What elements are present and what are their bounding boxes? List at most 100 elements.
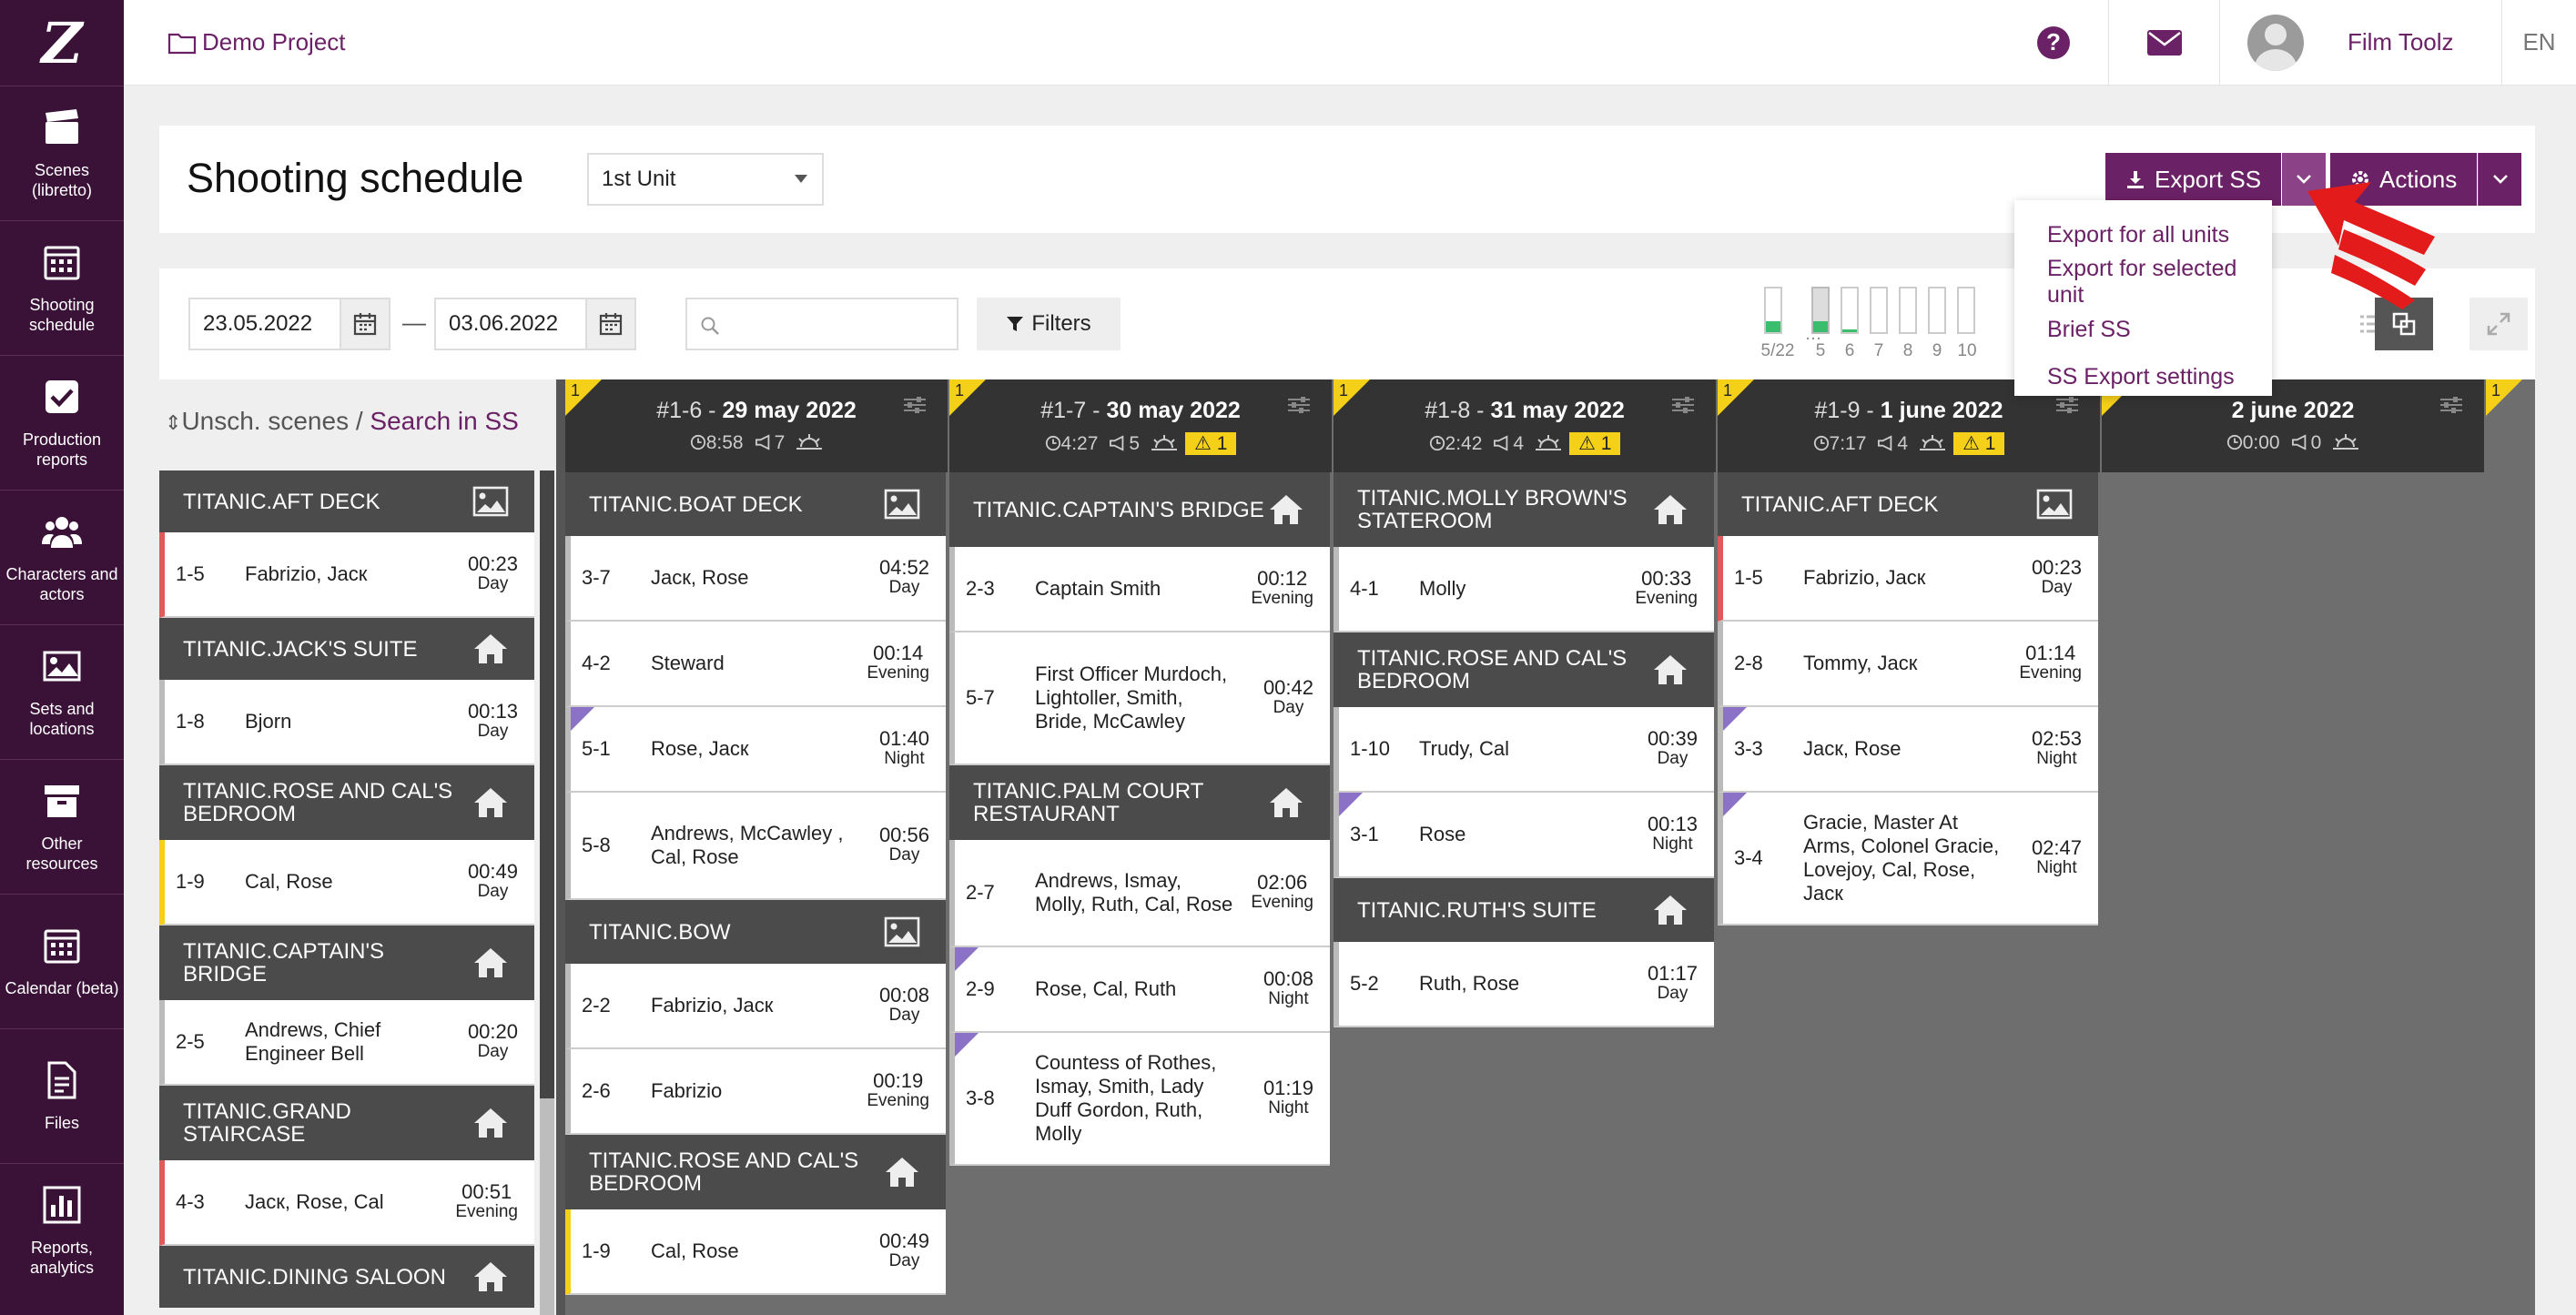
- calendar-icon[interactable]: [340, 299, 389, 349]
- scene-card[interactable]: 2-5 Andrews, Chief Engineer Bell 00:20 Day: [159, 1000, 534, 1086]
- warning-badge[interactable]: ⚠ 1: [1569, 432, 1621, 455]
- scene-card[interactable]: 4-3 Jacк, Rose, Cal 00:51 Evening: [159, 1160, 534, 1246]
- day-load-bar[interactable]: [1928, 287, 1946, 334]
- location-header[interactable]: TITANIC.PALM COURT RESTAURANT: [949, 765, 1330, 840]
- house-icon[interactable]: [1268, 493, 1304, 526]
- sidebar-item-reports-analytics[interactable]: Reports, analytics: [0, 1163, 124, 1298]
- house-icon[interactable]: [472, 1260, 509, 1293]
- sidebar-item-production-reports[interactable]: Production reports: [0, 355, 124, 490]
- day-load-bar[interactable]: [1870, 287, 1888, 334]
- date-from-field[interactable]: 23.05.2022: [188, 298, 390, 350]
- scene-card[interactable]: 4-1 Molly 00:33 Evening: [1334, 547, 1714, 632]
- messages-button[interactable]: [2108, 0, 2219, 86]
- search-input[interactable]: [685, 298, 958, 350]
- scene-card[interactable]: 2-7 Andrews, Ismay, Molly, Ruth, Cal, Ros…: [949, 840, 1330, 947]
- sidebar-item-shooting-schedule[interactable]: Shooting schedule: [0, 220, 124, 355]
- scene-card[interactable]: 1-5 Fabrizio, Jacк 00:23 Day: [1718, 536, 2098, 622]
- location-header[interactable]: TITANIC.DINING SALOON: [159, 1246, 534, 1308]
- scene-card[interactable]: 3-7 Jacк, Rose 04:52 Day: [565, 536, 946, 622]
- image-icon[interactable]: [884, 915, 920, 948]
- scene-card[interactable]: 1-10 Trudy, Cal 00:39 Day: [1334, 707, 1714, 793]
- warning-badge[interactable]: ⚠ 1: [1185, 432, 1237, 455]
- house-icon[interactable]: [472, 786, 509, 819]
- image-icon[interactable]: [472, 485, 509, 518]
- sidebar-item-other-resources[interactable]: Other resources: [0, 759, 124, 894]
- location-header[interactable]: TITANIC.AFT DECK: [1718, 472, 2098, 536]
- settings-sliders-icon[interactable]: [2439, 394, 2464, 416]
- user-menu[interactable]: Film Toolz: [2219, 0, 2501, 86]
- location-header[interactable]: TITANIC.BOAT DECK: [565, 472, 946, 536]
- location-header[interactable]: TITANIC.MOLLY BROWN'S STATEROOM: [1334, 472, 1714, 547]
- image-icon[interactable]: [884, 488, 920, 521]
- scene-card[interactable]: 1-8 Bjorn 00:13 Day: [159, 680, 534, 765]
- project-link[interactable]: Demo Project: [167, 28, 346, 56]
- sidebar-item-files[interactable]: Files: [0, 1028, 124, 1163]
- house-icon[interactable]: [472, 946, 509, 979]
- scene-card[interactable]: 4-2 Steward 00:14 Evening: [565, 622, 946, 707]
- image-icon[interactable]: [2036, 488, 2073, 521]
- scene-card[interactable]: 3-4 Gracie, Master At Arms, Colonel Graci…: [1718, 793, 2098, 926]
- scene-card[interactable]: 3-8 Countess of Rothes, Ismay, Smith, Lad…: [949, 1033, 1330, 1166]
- house-icon[interactable]: [884, 1156, 920, 1189]
- scene-card[interactable]: 5-1 Rose, Jacк 01:40 Night: [565, 707, 946, 793]
- help-button[interactable]: ?: [1999, 0, 2108, 86]
- day-header[interactable]: 1 #1-8 - 31 may 2022 2:42 4 ⚠ 1: [1334, 379, 1716, 472]
- language-switch[interactable]: EN: [2501, 0, 2576, 86]
- sidebar-item-characters-and-actors[interactable]: Characters and actors: [0, 490, 124, 624]
- house-icon[interactable]: [472, 1107, 509, 1139]
- location-header[interactable]: TITANIC.ROSE AND CAL'S BEDROOM: [565, 1135, 946, 1209]
- export-menu-item[interactable]: Export for all units: [2014, 211, 2272, 258]
- scene-card[interactable]: 5-8 Andrews, McCawley , Cal, Rose 00:56 Day: [565, 793, 946, 900]
- location-header[interactable]: TITANIC.CAPTAIN'S BRIDGE: [159, 926, 534, 1000]
- location-header[interactable]: TITANIC.ROSE AND CAL'S BEDROOM: [1334, 632, 1714, 707]
- day-header[interactable]: 1 #1-7 - 30 may 2022 4:27 5 ⚠ 1: [949, 379, 1332, 472]
- scene-card[interactable]: 2-9 Rose, Cal, Ruth 00:08 Night: [949, 947, 1330, 1033]
- scene-card[interactable]: 2-8 Tommy, Jacк 01:14 Evening: [1718, 622, 2098, 707]
- fullscreen-button[interactable]: [2470, 298, 2528, 350]
- location-header[interactable]: TITANIC.AFT DECK: [159, 470, 534, 532]
- scene-card[interactable]: 1-9 Cal, Rose 00:49 Day: [565, 1209, 946, 1295]
- date-to-field[interactable]: 03.06.2022: [434, 298, 636, 350]
- scene-card[interactable]: 3-1 Rose 00:13 Night: [1334, 793, 1714, 878]
- day-load-bar[interactable]: [1841, 287, 1859, 334]
- settings-sliders-icon[interactable]: [902, 394, 928, 416]
- location-header[interactable]: TITANIC.RUTH'S SUITE: [1334, 878, 1714, 942]
- location-header[interactable]: TITANIC.ROSE AND CAL'S BEDROOM: [159, 765, 534, 840]
- location-header[interactable]: TITANIC.GRAND STAIRCASE: [159, 1086, 534, 1160]
- calendar-icon[interactable]: [585, 299, 634, 349]
- sidebar-item-scenes-libretto[interactable]: Scenes (libretto): [0, 86, 124, 220]
- sidebar-item-calendar-beta[interactable]: Calendar (beta): [0, 894, 124, 1028]
- scene-card[interactable]: 3-3 Jacк, Rose 02:53 Night: [1718, 707, 2098, 793]
- location-header[interactable]: TITANIC.BOW: [565, 900, 946, 964]
- day-load-bar[interactable]: [1811, 287, 1830, 334]
- scene-card[interactable]: 5-2 Ruth, Rose 01:17 Day: [1334, 942, 1714, 1027]
- filters-button[interactable]: Filters: [977, 298, 1121, 350]
- actions-dropdown-toggle[interactable]: [2478, 153, 2522, 206]
- sidebar-item-sets-and-locations[interactable]: Sets and locations: [0, 624, 124, 759]
- export-menu-item[interactable]: Brief SS: [2014, 306, 2272, 353]
- export-menu-item[interactable]: Export for selected unit: [2014, 256, 2272, 308]
- settings-sliders-icon[interactable]: [1286, 394, 1312, 416]
- warning-badge[interactable]: ⚠ 1: [1953, 432, 2005, 455]
- search-in-ss-tab[interactable]: Search in SS: [370, 407, 518, 435]
- location-header[interactable]: TITANIC.CAPTAIN'S BRIDGE: [949, 472, 1330, 547]
- scrollbar-thumb[interactable]: [540, 470, 554, 1098]
- app-logo[interactable]: Z: [0, 0, 124, 86]
- house-icon[interactable]: [1652, 894, 1689, 926]
- day-header[interactable]: 1 #1-6 - 29 may 2022 8:58 7: [565, 379, 948, 472]
- day-load-bar[interactable]: [1957, 287, 1975, 334]
- export-menu-item[interactable]: SS Export settings: [2014, 353, 2272, 400]
- scene-card[interactable]: 5-7 First Officer Murdoch, Lightoller, Sm…: [949, 632, 1330, 765]
- scene-card[interactable]: 2-3 Captain Smith 00:12 Evening: [949, 547, 1330, 632]
- unit-select[interactable]: 1st Unit: [587, 153, 824, 206]
- settings-sliders-icon[interactable]: [1670, 394, 1696, 416]
- scene-card[interactable]: 2-6 Fabrizio 00:19 Evening: [565, 1049, 946, 1135]
- unscheduled-tab[interactable]: Unsch. scenes: [181, 407, 349, 435]
- house-icon[interactable]: [1268, 786, 1304, 819]
- house-icon[interactable]: [1652, 493, 1689, 526]
- day-load-bar[interactable]: [1764, 287, 1782, 334]
- scene-card[interactable]: 2-2 Fabrizio, Jacк 00:08 Day: [565, 964, 946, 1049]
- day-load-bar[interactable]: [1899, 287, 1917, 334]
- sort-icon[interactable]: ⇕: [165, 411, 181, 434]
- scene-card[interactable]: 1-5 Fabrizio, Jacк 00:23 Day: [159, 532, 534, 618]
